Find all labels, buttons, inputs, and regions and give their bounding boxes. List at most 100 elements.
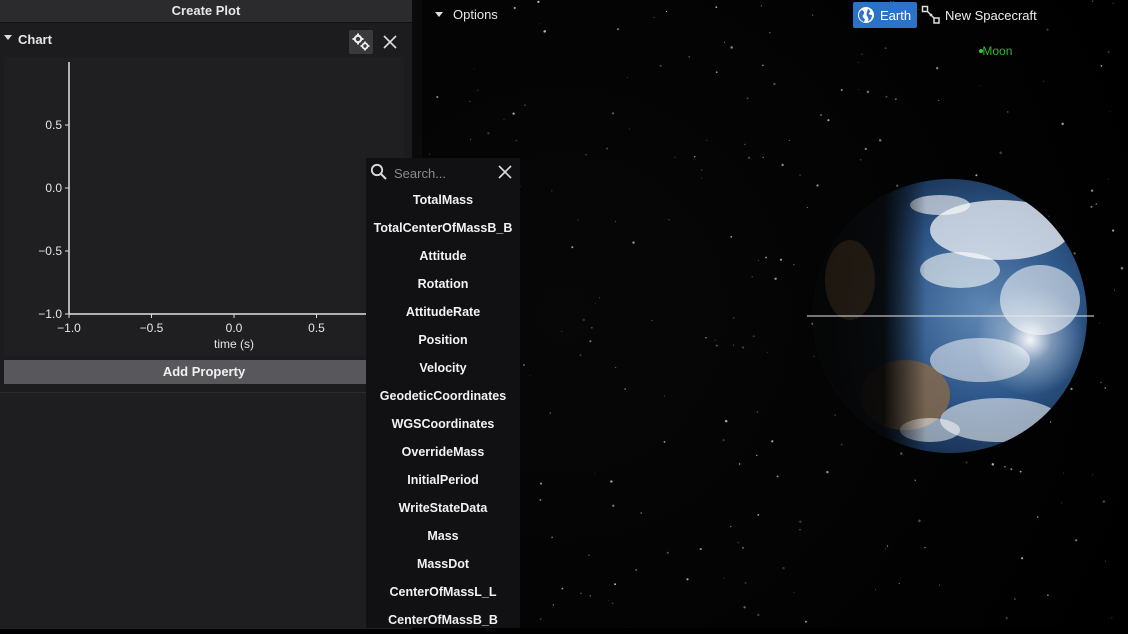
star	[884, 47, 887, 49]
star	[1014, 598, 1016, 600]
star	[938, 100, 940, 102]
star	[875, 589, 877, 591]
star	[840, 88, 843, 92]
chart-settings-button[interactable]	[349, 30, 373, 54]
y-tick-label: 0.0	[45, 181, 62, 195]
chart-svg: 0.5 0.0 −0.5 −1.0−1.0 −0.5 0.0 0.5 time (s)	[38, 62, 399, 351]
star	[894, 98, 897, 101]
star	[840, 443, 843, 446]
star	[774, 277, 777, 280]
star	[611, 112, 615, 115]
property-item-position[interactable]: Position	[366, 326, 520, 354]
property-item-wgs-coordinates[interactable]: WGSCoordinates	[366, 410, 520, 438]
star	[674, 156, 676, 159]
star	[624, 388, 627, 390]
star	[1104, 560, 1107, 562]
chart-plot-area[interactable]: 0.5 0.0 −0.5 −1.0 −1.0 −0.5 0.0 0.5 time (s)	[4, 57, 404, 356]
star	[751, 276, 753, 278]
star	[1075, 539, 1078, 542]
earth-label: Earth	[880, 8, 912, 23]
star	[589, 595, 591, 597]
star	[741, 346, 745, 349]
property-item-center-of-mass-b[interactable]: CenterOfMassB_B	[366, 606, 520, 634]
star	[589, 340, 592, 343]
property-item-total-center-of-mass[interactable]: TotalCenterOfMassB_B	[366, 214, 520, 242]
panel-empty-area	[0, 392, 412, 629]
star	[1047, 594, 1049, 597]
star	[924, 546, 926, 549]
star	[561, 587, 564, 590]
star	[688, 55, 691, 58]
star	[878, 139, 882, 142]
create-plot-button[interactable]: Create Plot	[0, 0, 412, 23]
star	[744, 581, 747, 584]
star	[1019, 470, 1022, 473]
star	[722, 439, 725, 442]
star	[487, 132, 490, 135]
star	[799, 529, 801, 531]
star	[616, 28, 620, 31]
star	[665, 10, 668, 13]
collapse-arrow-icon[interactable]	[4, 35, 12, 40]
property-item-geodetic-coordinates[interactable]: GeodeticCoordinates	[366, 382, 520, 410]
star	[858, 61, 860, 63]
star	[608, 600, 610, 602]
property-item-center-of-mass-l[interactable]: CenterOfMassL_L	[366, 578, 520, 606]
star	[806, 206, 808, 209]
earth-globe	[807, 179, 1094, 453]
property-item-attitude[interactable]: Attitude	[366, 242, 520, 270]
star	[811, 322, 814, 325]
property-item-mass[interactable]: Mass	[366, 522, 520, 550]
star	[663, 441, 666, 443]
spacecraft-button[interactable]: New Spacecraft	[921, 4, 1046, 26]
close-icon[interactable]	[497, 164, 513, 180]
star	[595, 302, 597, 304]
star	[723, 41, 725, 43]
star	[939, 584, 940, 586]
chart-title: Chart	[18, 32, 52, 47]
star	[1007, 111, 1009, 113]
star	[1120, 266, 1124, 270]
property-item-mass-dot[interactable]: MassDot	[366, 550, 520, 578]
chart-close-button[interactable]	[378, 30, 402, 54]
star	[782, 566, 785, 570]
earth-button[interactable]: Earth	[853, 2, 917, 28]
property-item-total-mass[interactable]: TotalMass	[366, 186, 520, 214]
property-item-rotation[interactable]: Rotation	[366, 270, 520, 298]
star	[611, 602, 614, 604]
star	[1063, 472, 1065, 474]
star	[539, 482, 543, 485]
property-item-write-state-data[interactable]: WriteStateData	[366, 494, 520, 522]
star	[700, 169, 703, 172]
star	[918, 8, 920, 10]
star	[599, 297, 600, 299]
star	[733, 344, 735, 346]
star	[866, 90, 870, 94]
star	[1043, 80, 1045, 82]
star	[742, 546, 744, 549]
search-input[interactable]	[392, 162, 496, 184]
star	[1107, 178, 1109, 180]
star	[885, 95, 888, 98]
moon-label[interactable]: Moon	[979, 44, 1012, 58]
star	[766, 351, 768, 353]
star	[659, 64, 662, 67]
star	[436, 95, 439, 99]
star	[529, 375, 531, 377]
star	[539, 618, 542, 620]
star	[999, 151, 1002, 155]
star	[918, 519, 921, 523]
property-item-attitude-rate[interactable]: AttitudeRate	[366, 298, 520, 326]
star	[610, 480, 613, 483]
star	[746, 97, 749, 100]
star	[1112, 229, 1115, 232]
star	[549, 412, 551, 414]
property-item-velocity[interactable]: Velocity	[366, 354, 520, 382]
property-item-initial-period[interactable]: InitialPeriod	[366, 466, 520, 494]
star	[686, 578, 689, 581]
y-tick-label: −1.0	[38, 307, 62, 321]
property-item-override-mass[interactable]: OverrideMass	[366, 438, 520, 466]
add-property-button[interactable]: Add Property	[4, 360, 404, 384]
star	[1091, 0, 1094, 2]
star	[1104, 387, 1107, 389]
